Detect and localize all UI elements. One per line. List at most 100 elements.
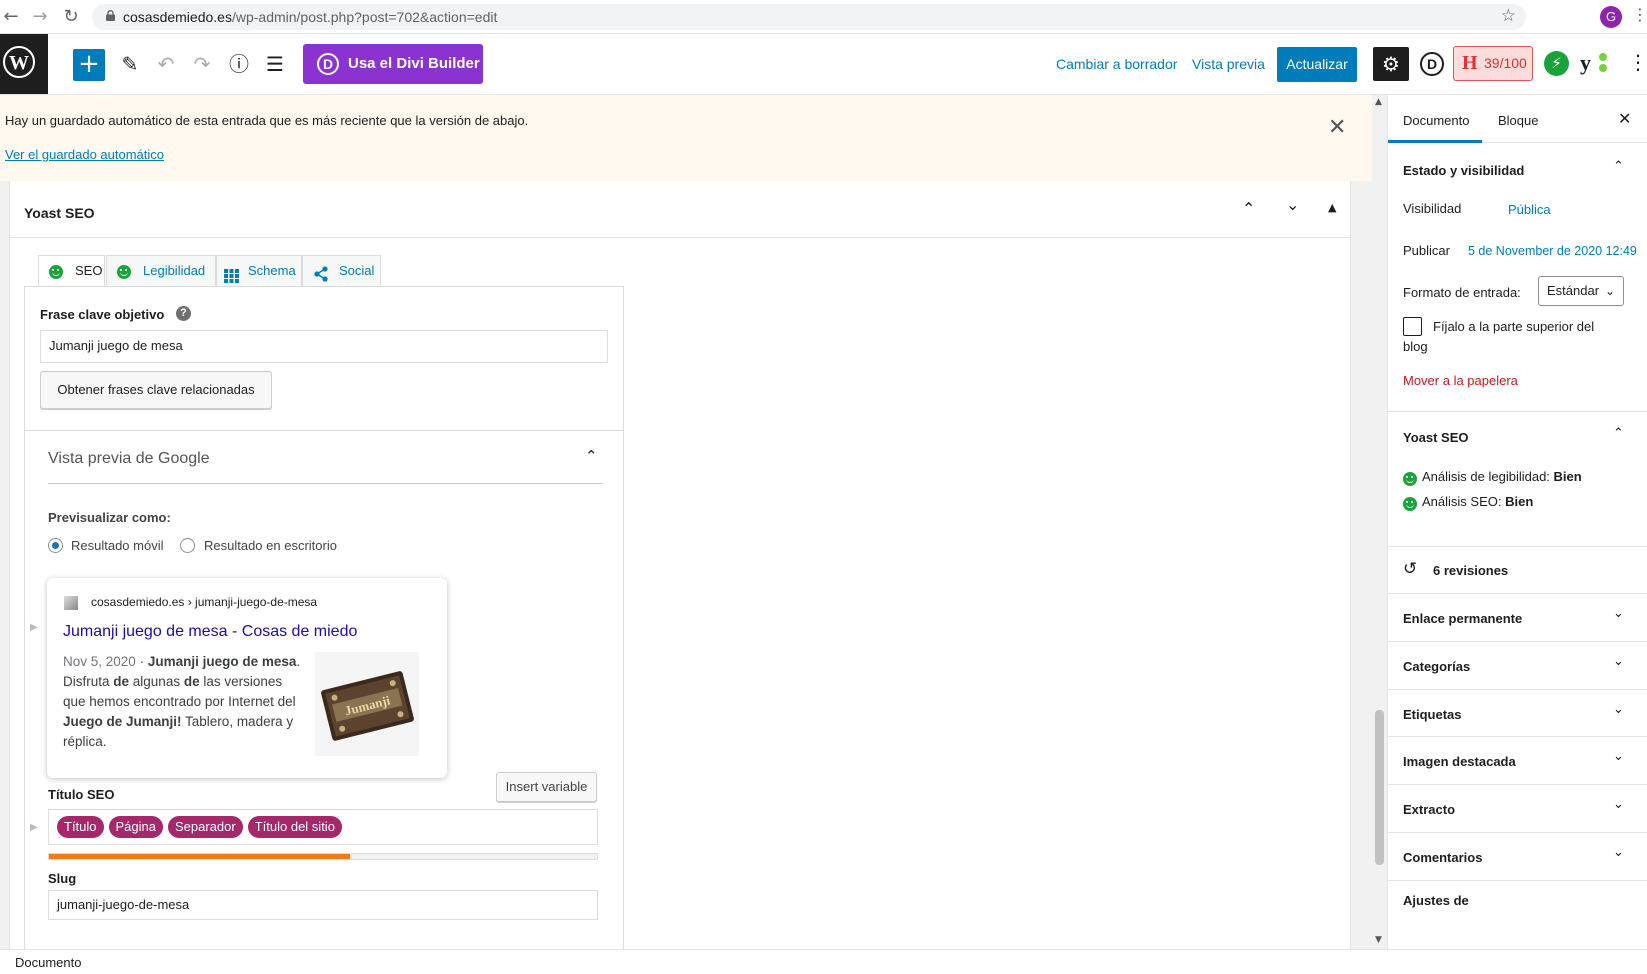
tab-seo[interactable]: SEO (38, 255, 105, 287)
yoast-sidebar-panel: Yoast SEO ⌃ Análisis de legibilidad: Bie… (1388, 412, 1647, 547)
close-sidebar-icon[interactable]: ✕ (1618, 109, 1631, 128)
settings-panel[interactable]: Ajustes de (1388, 881, 1647, 949)
slug-input[interactable]: jumanji-juego-de-mesa (48, 890, 598, 920)
desktop-radio-label[interactable]: Resultado en escritorio (204, 538, 337, 553)
preview-as-label: Previsualizar como: (48, 510, 171, 525)
lightning-icon[interactable]: ⚡ (1544, 51, 1569, 76)
google-preview-heading[interactable]: Vista previa de Google (48, 450, 210, 468)
reload-icon[interactable]: ↻ (60, 6, 82, 28)
insert-variable-button[interactable]: Insert variable (496, 772, 597, 802)
sticky-checkbox[interactable] (1403, 317, 1422, 336)
panel-title[interactable]: Yoast SEO (1403, 430, 1469, 445)
switch-to-draft-link[interactable]: Cambiar a borrador (1056, 56, 1177, 72)
favicon-icon (64, 596, 78, 610)
visibility-value[interactable]: Pública (1508, 202, 1551, 217)
tab-readability[interactable]: Legibilidad (106, 255, 216, 286)
help-icon[interactable]: ? (176, 306, 191, 321)
chevron-down-icon: ⌄ (1613, 702, 1624, 717)
more-options-icon[interactable]: ⋮ (1628, 50, 1647, 74)
revisions-link[interactable]: 6 revisiones (1433, 563, 1508, 578)
featured-image-panel[interactable]: Imagen destacada ⌄ (1388, 737, 1647, 785)
add-block-button[interactable]: + (73, 49, 105, 81)
sticky-label-line2: blog (1403, 339, 1428, 354)
tab-schema[interactable]: Schema (216, 255, 302, 286)
panel-title[interactable]: Estado y visibilidad (1403, 163, 1524, 178)
categories-panel[interactable]: Categorías ⌄ (1388, 642, 1647, 690)
profile-avatar[interactable]: G (1600, 6, 1622, 28)
redo-icon[interactable]: ↷ (188, 50, 216, 78)
editor-status-bar: Documento (0, 949, 1647, 974)
chevron-down-icon: ⌄ (1613, 606, 1624, 621)
variable-pill-separator[interactable]: Separador (168, 816, 243, 838)
tab-social[interactable]: Social (302, 255, 381, 286)
forward-icon[interactable]: → (29, 6, 51, 28)
move-down-icon[interactable]: ⌄ (1286, 195, 1299, 214)
visibility-label: Visibilidad (1403, 201, 1462, 216)
vertical-scrollbar[interactable]: ▲ ▼ (1372, 95, 1387, 949)
variable-pill-title[interactable]: Título (57, 816, 104, 838)
slug-label: Slug (48, 871, 77, 886)
view-autosave-link[interactable]: Ver el guardado automático (5, 147, 164, 162)
chevron-up-icon[interactable]: ⌃ (1613, 426, 1624, 441)
url-text: cosasdemiedo.es/wp-admin/post.php?post=7… (123, 9, 498, 25)
scroll-up-arrow-icon[interactable]: ▲ (1375, 97, 1382, 107)
wordpress-logo-icon[interactable]: W (0, 34, 48, 94)
share-icon (313, 263, 329, 282)
progress-fill (49, 854, 351, 859)
collapse-chevron-icon[interactable]: ⌃ (585, 447, 598, 465)
settings-sidebar: Documento Bloque ✕ Estado y visibilidad … (1387, 95, 1647, 949)
tags-panel[interactable]: Etiquetas ⌄ (1388, 690, 1647, 737)
publish-date[interactable]: 5 de November de 2020 12:49 (1468, 244, 1637, 258)
chevron-up-icon[interactable]: ⌃ (1613, 159, 1624, 174)
tab-document[interactable]: Documento (1403, 113, 1469, 128)
comments-panel[interactable]: Comentarios ⌄ (1388, 833, 1647, 881)
notice-text: Hay un guardado automático de esta entra… (5, 113, 529, 128)
excerpt-panel[interactable]: Extracto ⌄ (1388, 785, 1647, 833)
mobile-radio-label[interactable]: Resultado móvil (71, 538, 164, 553)
undo-icon[interactable]: ↶ (152, 50, 180, 78)
sticky-label: Fíjalo a la parte superior del (1433, 319, 1595, 334)
seo-score-badge[interactable]: H 39/100 (1453, 46, 1533, 81)
scroll-down-arrow-icon[interactable]: ▼ (1375, 935, 1382, 945)
divi-builder-button[interactable]: D Usa el Divi Builder (303, 44, 483, 84)
grid-icon (224, 264, 239, 283)
snippet-title[interactable]: Jumanji juego de mesa - Cosas de miedo (63, 623, 357, 641)
tab-block[interactable]: Bloque (1498, 113, 1538, 128)
desktop-radio[interactable] (180, 538, 195, 553)
chevron-down-icon: ⌄ (1613, 749, 1624, 764)
title-length-progress (48, 853, 598, 860)
seo-analysis: Análisis SEO: Bien (1422, 494, 1534, 509)
address-bar[interactable]: cosasdemiedo.es/wp-admin/post.php?post=7… (92, 4, 1526, 30)
bookmark-star-icon[interactable]: ☆ (1501, 6, 1516, 26)
close-icon[interactable]: ✕ (1328, 115, 1346, 140)
format-label: Formato de entrada: (1403, 285, 1521, 300)
chevron-down-icon: ⌄ (1605, 284, 1616, 298)
keyphrase-input[interactable]: Jumanji juego de mesa (40, 330, 608, 363)
back-icon[interactable]: ← (0, 6, 22, 28)
yoast-icon[interactable]: y (1580, 49, 1608, 77)
breadcrumb[interactable]: Documento (15, 955, 81, 970)
toggle-panel-icon[interactable]: ▲ (1328, 201, 1336, 214)
divi-toolbar-icon[interactable]: D (1420, 52, 1444, 76)
preview-link[interactable]: Vista previa (1192, 56, 1265, 72)
mobile-radio[interactable] (48, 538, 63, 553)
related-keyphrases-button[interactable]: Obtener frases clave relacionadas (40, 371, 272, 409)
update-button[interactable]: Actualizar (1277, 47, 1357, 82)
move-to-trash-link[interactable]: Mover a la papelera (1403, 373, 1518, 388)
info-icon[interactable]: ⓘ (225, 50, 253, 78)
good-smiley-icon (1403, 471, 1417, 486)
scrollbar-thumb[interactable] (1375, 710, 1384, 865)
format-select[interactable]: Estándar ⌄ (1538, 276, 1624, 306)
seo-title-field[interactable]: Título Página Separador Título del sitio (48, 809, 598, 845)
list-view-icon[interactable]: ☰ (261, 50, 289, 78)
permalink-panel[interactable]: Enlace permanente ⌄ (1388, 594, 1647, 642)
variable-pill-page[interactable]: Página (108, 816, 163, 838)
edit-pencil-icon[interactable]: ✎ (116, 50, 144, 78)
browser-menu-icon[interactable]: ⋮ (1632, 5, 1647, 24)
settings-gear-icon[interactable]: ⚙ (1373, 47, 1409, 81)
editor-toolbar: W + ✎ ↶ ↷ ⓘ ☰ D Usa el Divi Builder Camb… (0, 34, 1647, 95)
variable-pill-site-title[interactable]: Título del sitio (247, 816, 342, 838)
good-smiley-icon (1403, 496, 1417, 511)
move-up-icon[interactable]: ⌃ (1242, 199, 1255, 218)
revisions-panel[interactable]: ↺ 6 revisiones (1388, 547, 1647, 594)
